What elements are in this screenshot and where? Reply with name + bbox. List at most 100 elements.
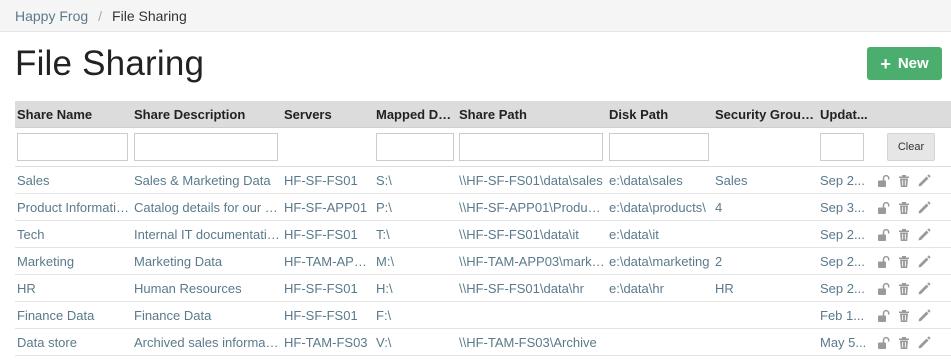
share-name-cell[interactable]: Tech	[15, 220, 132, 248]
table-row[interactable]: Product Information Catalog details for o…	[15, 193, 951, 221]
table-row[interactable]: HR Human Resources HF-SF-FS01 H:\ \\HF-SF-FS…	[15, 274, 951, 302]
share-description-cell: Marketing Data	[132, 247, 282, 275]
share-name-filter-input[interactable]	[17, 133, 128, 161]
table-row[interactable]: Data store Archived sales informati... HF-…	[15, 328, 951, 356]
plus-icon: +	[880, 53, 891, 74]
disk-path-cell: e:\data\it	[607, 220, 713, 248]
mapped-drive-cell: S:\	[374, 166, 457, 194]
share-description-cell: Internal IT documentation	[132, 220, 282, 248]
share-name-cell[interactable]: Data store	[15, 328, 132, 356]
column-header-updated[interactable]: Updat...	[818, 101, 875, 128]
share-path-cell: \\HF-SF-FS01\data\it	[457, 220, 607, 248]
security-groups-cell: Sales	[713, 166, 818, 194]
servers-cell: HF-SF-FS01	[282, 220, 374, 248]
clear-filters-button[interactable]: Clear	[887, 133, 935, 161]
pencil-icon[interactable]	[917, 201, 931, 215]
mapped-drive-cell: H:\	[374, 274, 457, 302]
trash-icon[interactable]	[897, 336, 911, 350]
row-actions	[875, 274, 951, 302]
new-button-label: New	[897, 55, 929, 72]
table-row[interactable]: Sales Sales & Marketing Data HF-SF-FS01 S:\…	[15, 166, 951, 194]
unlock-icon[interactable]	[877, 309, 891, 323]
mapped-drive-cell: M:\	[374, 247, 457, 275]
security-groups-cell: 2	[713, 247, 818, 275]
updated-cell: Sep 2...	[818, 247, 875, 275]
breadcrumb-separator: /	[98, 7, 103, 24]
servers-cell: HF-SF-FS01	[282, 274, 374, 302]
unlock-icon[interactable]	[877, 336, 891, 350]
servers-cell: HF-SF-APP01	[282, 193, 374, 221]
trash-icon[interactable]	[897, 228, 911, 242]
share-name-cell[interactable]: Sales	[15, 166, 132, 194]
share-path-cell: \\HF-SF-FS01\data\sales	[457, 166, 607, 194]
disk-path-cell: e:\data\marketing	[607, 247, 713, 275]
updated-cell: Sep 3...	[818, 193, 875, 221]
disk-path-cell: e:\data\sales	[607, 166, 713, 194]
share-path-cell: \\HF-TAM-APP03\marke...	[457, 247, 607, 275]
mapped-drive-cell: P:\	[374, 193, 457, 221]
share-path-cell: \\HF-SF-FS01\data\hr	[457, 274, 607, 302]
unlock-icon[interactable]	[877, 201, 891, 215]
unlock-icon[interactable]	[877, 228, 891, 242]
updated-cell: Sep 2...	[818, 274, 875, 302]
column-header-servers[interactable]: Servers	[282, 101, 374, 128]
share-path-filter-input[interactable]	[459, 133, 603, 161]
column-header-security-groups[interactable]: Security Group(s)	[713, 101, 818, 128]
new-share-button[interactable]: + New	[867, 47, 942, 80]
share-path-cell: \\HF-TAM-FS03\Archive	[457, 328, 607, 356]
servers-cell: HF-SF-FS01	[282, 301, 374, 329]
share-name-cell[interactable]: Marketing	[15, 247, 132, 275]
security-groups-cell	[713, 220, 818, 248]
servers-cell: HF-SF-FS01	[282, 166, 374, 194]
mapped-drive-filter-input[interactable]	[376, 133, 454, 161]
share-description-filter-input[interactable]	[134, 133, 278, 161]
table-row[interactable]: Finance Data Finance Data HF-SF-FS01 F:\ Feb…	[15, 301, 951, 329]
pencil-icon[interactable]	[917, 282, 931, 296]
share-name-cell[interactable]: Finance Data	[15, 301, 132, 329]
share-description-cell: Catalog details for our p...	[132, 193, 282, 221]
pencil-icon[interactable]	[917, 336, 931, 350]
pencil-icon[interactable]	[917, 255, 931, 269]
column-header-share-path[interactable]: Share Path	[457, 101, 607, 128]
file-sharing-table: Share Name Share Description Servers Map…	[15, 101, 951, 356]
pencil-icon[interactable]	[917, 228, 931, 242]
trash-icon[interactable]	[897, 309, 911, 323]
share-path-cell: \\HF-SF-APP01\Product...	[457, 193, 607, 221]
mapped-drive-cell: V:\	[374, 328, 457, 356]
breadcrumb: Happy Frog / File Sharing	[0, 0, 951, 32]
pencil-icon[interactable]	[917, 174, 931, 188]
row-actions	[875, 328, 951, 356]
share-description-cell: Human Resources	[132, 274, 282, 302]
share-name-cell[interactable]: HR	[15, 274, 132, 302]
share-name-cell[interactable]: Product Information	[15, 193, 132, 221]
column-header-share-name[interactable]: Share Name	[15, 101, 132, 128]
updated-filter-input[interactable]	[820, 133, 864, 161]
trash-icon[interactable]	[897, 174, 911, 188]
breadcrumb-root-link[interactable]: Happy Frog	[15, 8, 88, 24]
share-path-cell	[457, 301, 607, 329]
disk-path-cell: e:\data\hr	[607, 274, 713, 302]
filter-row: Clear	[15, 127, 951, 167]
unlock-icon[interactable]	[877, 282, 891, 296]
unlock-icon[interactable]	[877, 174, 891, 188]
security-groups-cell: 4	[713, 193, 818, 221]
row-actions	[875, 220, 951, 248]
column-header-disk-path[interactable]: Disk Path	[607, 101, 713, 128]
trash-icon[interactable]	[897, 201, 911, 215]
pencil-icon[interactable]	[917, 309, 931, 323]
disk-path-cell	[607, 301, 713, 329]
disk-path-filter-input[interactable]	[609, 133, 709, 161]
trash-icon[interactable]	[897, 255, 911, 269]
column-header-share-description[interactable]: Share Description	[132, 101, 282, 128]
updated-cell: Sep 2...	[818, 220, 875, 248]
trash-icon[interactable]	[897, 282, 911, 296]
row-actions	[875, 247, 951, 275]
row-actions	[875, 301, 951, 329]
disk-path-cell	[607, 328, 713, 356]
column-header-mapped-drive[interactable]: Mapped Drive	[374, 101, 457, 128]
table-row[interactable]: Marketing Marketing Data HF-TAM-APP03 M:\ \\…	[15, 247, 951, 275]
disk-path-cell: e:\data\products\	[607, 193, 713, 221]
table-row[interactable]: Tech Internal IT documentation HF-SF-FS01 T…	[15, 220, 951, 248]
unlock-icon[interactable]	[877, 255, 891, 269]
header-row: Share Name Share Description Servers Map…	[15, 101, 951, 128]
